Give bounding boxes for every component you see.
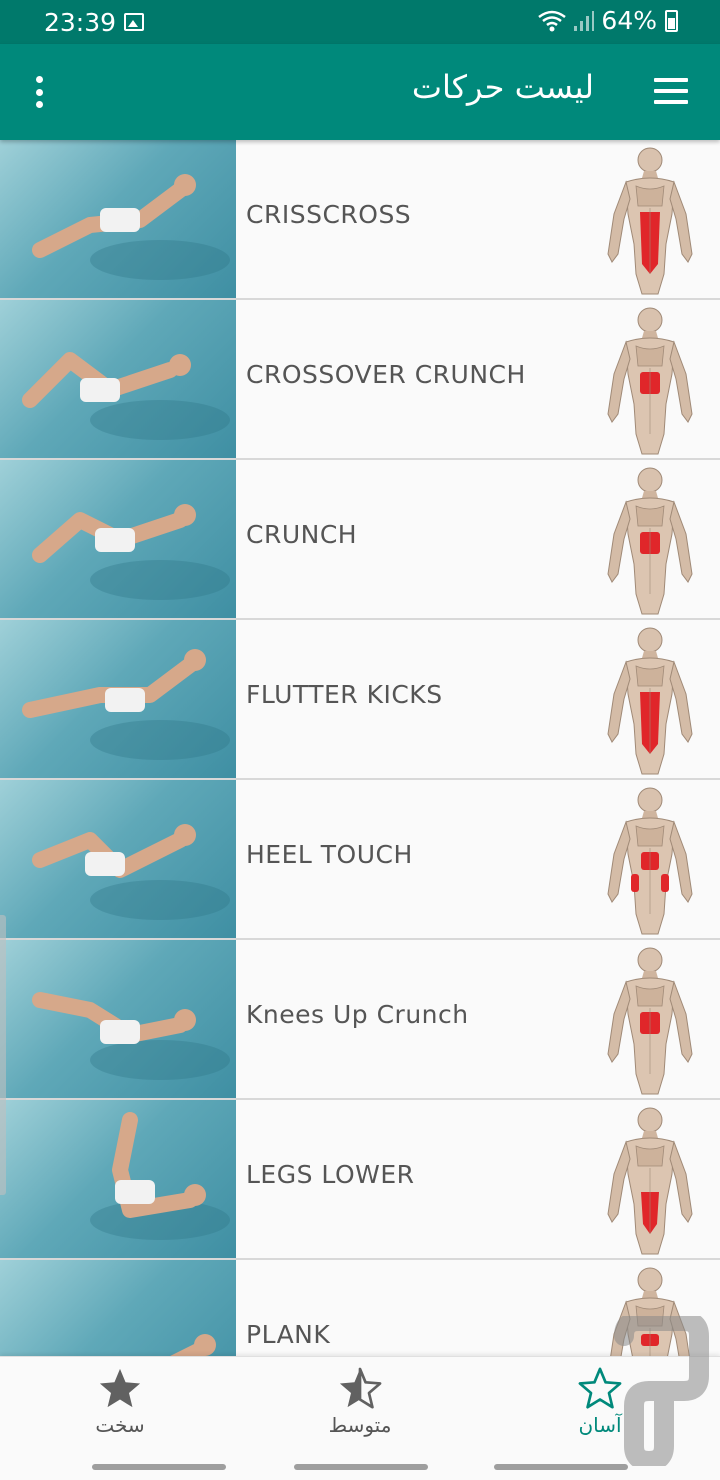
nav-hard[interactable]: سخت [50,1367,190,1447]
muscle-anatomy-icon [600,144,700,296]
exercise-name: CRUNCH [246,520,358,549]
battery-percent: 64% [601,6,657,35]
exercise-name: Knees Up Crunch [246,1000,469,1029]
exercise-row[interactable]: CROSSOVER CRUNCH [0,300,720,460]
exercise-photo [0,620,236,778]
exercise-row[interactable]: CRISSCROSS [0,140,720,300]
exercise-photo [0,460,236,618]
app-bar: لیست حرکات [0,44,720,140]
exercise-name: HEEL TOUCH [246,840,413,869]
scroll-handle[interactable] [0,915,6,1195]
exercise-name: PLANK [246,1320,331,1349]
muscle-anatomy-icon [600,624,700,776]
nav-medium-label: متوسط [328,1413,392,1437]
exercise-row[interactable]: FLUTTER KICKS [0,620,720,780]
signal-icon [574,10,595,31]
exercise-name: FLUTTER KICKS [246,680,443,709]
muscle-anatomy-icon [600,944,700,1096]
hamburger-icon[interactable] [654,78,688,104]
status-bar: 23:39 64% [0,0,720,44]
exercise-name: LEGS LOWER [246,1160,415,1189]
exercise-photo [0,140,236,298]
muscle-anatomy-icon [600,304,700,456]
more-vert-icon[interactable] [26,74,52,110]
exercise-row[interactable]: Knees Up Crunch [0,940,720,1100]
nav-medium[interactable]: متوسط [290,1367,430,1447]
page-title: لیست حرکات [411,68,594,106]
exercise-row[interactable]: CRUNCH [0,460,720,620]
exercise-row[interactable]: HEEL TOUCH [0,780,720,940]
battery-icon [665,9,678,32]
star-half-icon [339,1367,382,1409]
muscle-anatomy-icon [600,1104,700,1256]
exercise-photo [0,300,236,458]
image-icon [124,13,144,31]
muscle-anatomy-icon [600,464,700,616]
exercise-name: CRISSCROSS [246,200,412,229]
star-filled-icon [99,1368,141,1408]
wifi-icon [538,10,567,31]
exercise-photo [0,1100,236,1258]
status-time: 23:39 [44,8,117,37]
exercise-photo [0,780,236,938]
exercise-list: CRISSCROSS CROSSOVER CRUNCH CRUNCH FLUTTER … [0,140,720,1356]
status-right: 64% [537,6,678,35]
nav-hard-label: سخت [95,1413,145,1437]
muscle-anatomy-icon [600,784,700,936]
exercise-photo [0,940,236,1098]
exercise-name: CROSSOVER CRUNCH [246,360,526,389]
exercise-row[interactable]: LEGS LOWER [0,1100,720,1260]
exercise-photo [0,1260,236,1356]
watermark-logo-icon [614,1316,709,1466]
